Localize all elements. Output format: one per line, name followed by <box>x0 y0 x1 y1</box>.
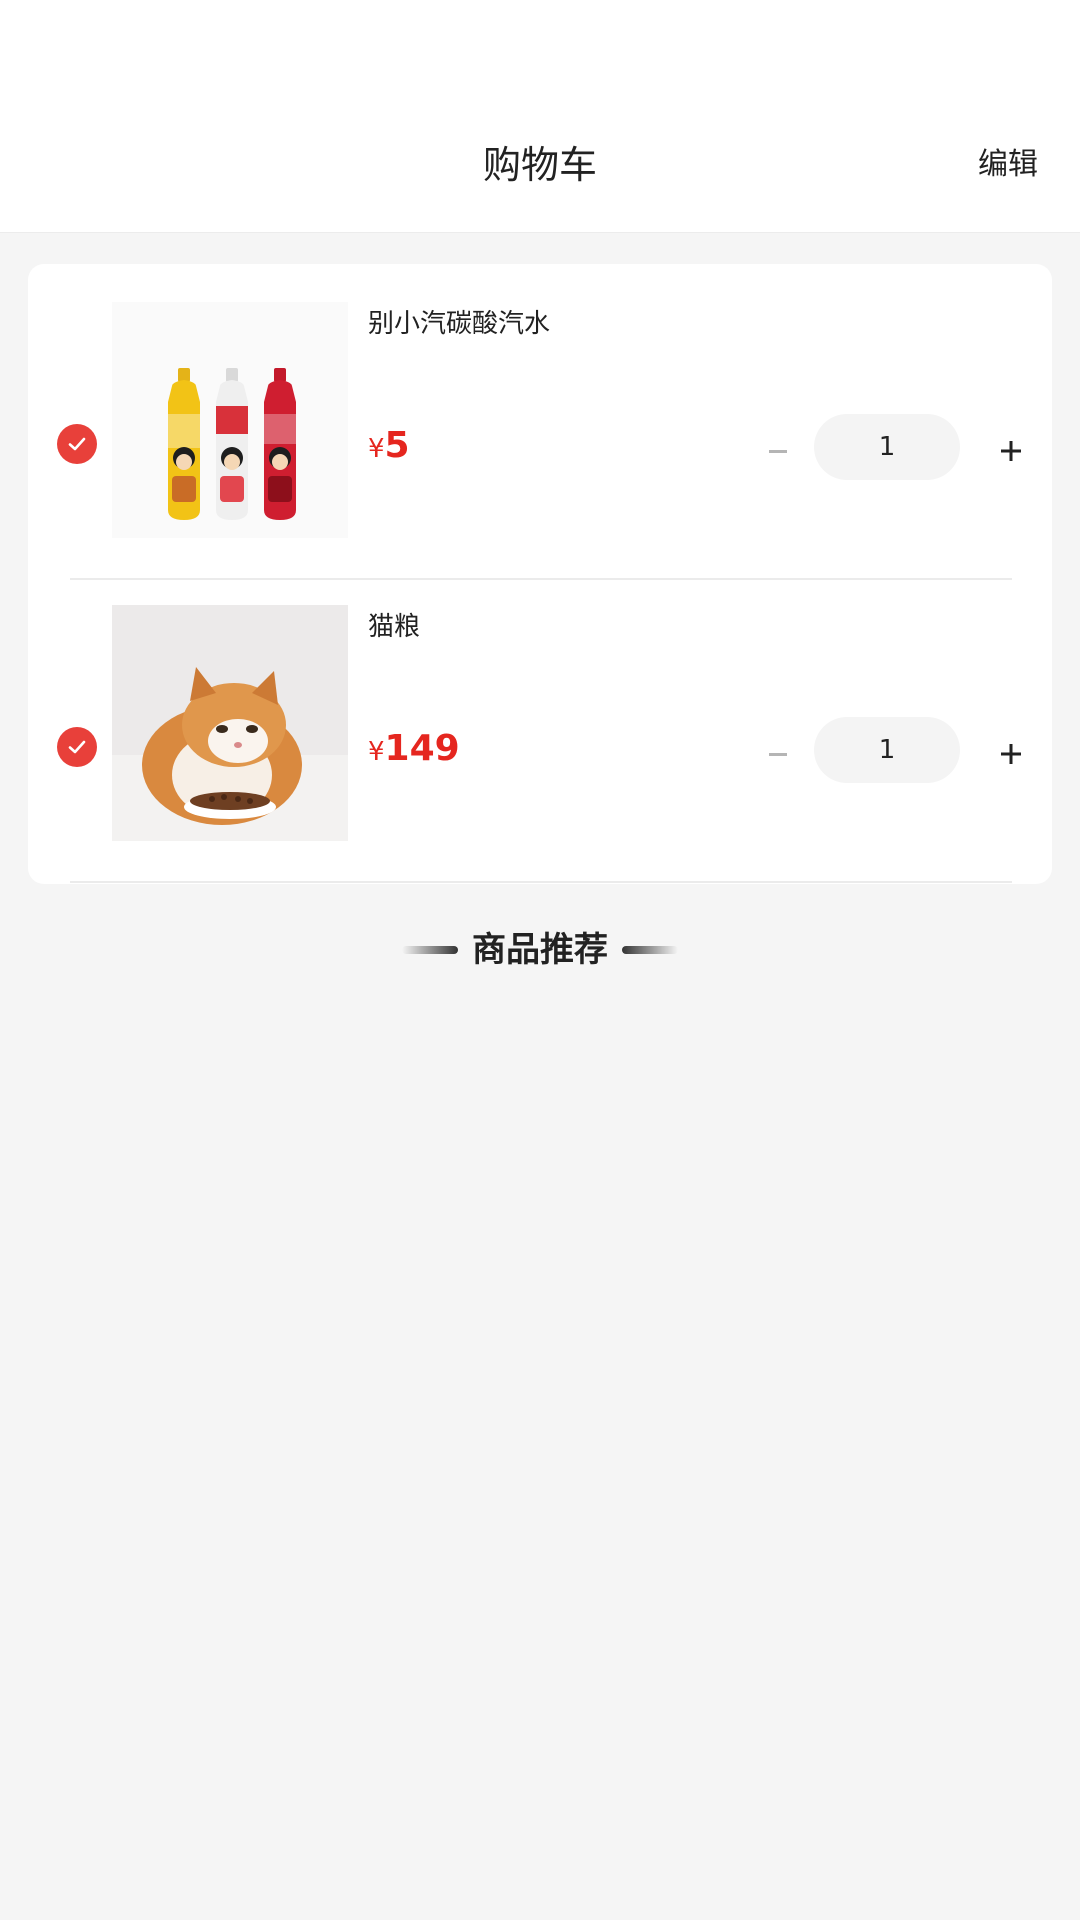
item-price: ¥149 <box>368 727 460 777</box>
page-title: 购物车 <box>482 143 597 187</box>
header: 购物车 编辑 <box>0 100 1080 233</box>
check-icon <box>68 437 86 451</box>
divider <box>70 881 1012 883</box>
cart-item: 猫粮 ¥149 1 <box>28 567 1052 870</box>
heading-decoration-left <box>402 946 458 954</box>
increase-quantity-button[interactable] <box>996 739 1026 769</box>
product-image-soda[interactable] <box>112 302 348 538</box>
status-bar <box>0 0 1080 100</box>
price-value: 5 <box>384 425 410 466</box>
plus-icon <box>1001 441 1021 461</box>
cart-list: 别小汽碳酸汽水 ¥5 1 猫粮 ¥149 1 <box>28 264 1052 884</box>
item-checkbox[interactable] <box>57 424 97 464</box>
recommendations-title: 商品推荐 <box>472 930 608 970</box>
soda-bottles-image <box>112 302 348 538</box>
heading-decoration-right <box>622 946 678 954</box>
minus-icon <box>769 450 787 453</box>
item-checkbox[interactable] <box>57 727 97 767</box>
currency-symbol: ¥ <box>368 434 385 464</box>
edit-button[interactable]: 编辑 <box>978 144 1038 186</box>
check-icon <box>68 740 86 754</box>
item-name[interactable]: 别小汽碳酸汽水 <box>368 306 550 342</box>
minus-icon <box>769 753 787 756</box>
quantity-input[interactable]: 1 <box>814 717 960 783</box>
increase-quantity-button[interactable] <box>996 436 1026 466</box>
decrease-quantity-button[interactable] <box>763 739 793 769</box>
item-price: ¥5 <box>368 424 410 474</box>
kitten-eating-image <box>112 605 348 841</box>
quantity-input[interactable]: 1 <box>814 414 960 480</box>
item-name[interactable]: 猫粮 <box>368 609 420 645</box>
plus-icon <box>1001 744 1021 764</box>
price-value: 149 <box>384 728 460 769</box>
currency-symbol: ¥ <box>368 737 385 767</box>
recommendations-heading: 商品推荐 <box>0 922 1080 978</box>
product-image-catfood[interactable] <box>112 605 348 841</box>
cart-item: 别小汽碳酸汽水 ¥5 1 <box>28 264 1052 567</box>
decrease-quantity-button[interactable] <box>763 436 793 466</box>
